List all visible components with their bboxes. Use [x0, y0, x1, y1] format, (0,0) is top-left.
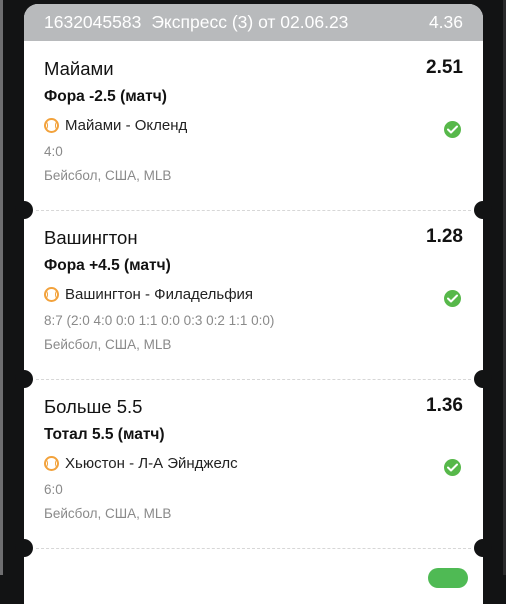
ticket-total-coef: 4.36 [428, 12, 463, 32]
bet-separator [36, 548, 471, 549]
match-name: Майами - Окленд [65, 117, 188, 134]
bet-coef: 1.28 [426, 226, 463, 247]
check-circle-icon [444, 290, 461, 307]
ticket-notch [474, 539, 492, 557]
match-score: 8:7 (2:0 4:0 0:0 1:1 0:0 0:3 0:2 1:1 0:0… [44, 313, 275, 328]
bet-item[interactable]: Майами 2.51 Фора -2.5 (матч) Майами - Ок… [24, 41, 483, 210]
match-name: Вашингтон - Филадельфия [65, 286, 254, 303]
bet-pick: Майами [44, 58, 114, 79]
bet-ticket-card: 1632045583 Экспресс (3) от 02.06.23 4.36… [24, 4, 483, 604]
match-row: Хьюстон - Л-А Эйнджелс [44, 455, 238, 472]
check-circle-icon [444, 459, 461, 476]
match-row: Майами - Окленд [44, 117, 187, 134]
league-name: Бейсбол, США, MLB [44, 506, 172, 521]
ticket-header[interactable]: 1632045583 Экспресс (3) от 02.06.23 4.36 [24, 4, 483, 41]
bet-market: Фора +4.5 (матч) [44, 257, 171, 274]
ticket-id: 1632045583 [44, 12, 142, 32]
window-edge-left [0, 0, 3, 575]
bet-item[interactable]: Вашингтон 1.28 Фора +4.5 (матч) Вашингто… [24, 210, 483, 379]
bet-pick: Больше 5.5 [44, 396, 143, 417]
match-name: Хьюстон - Л-А Эйнджелс [65, 455, 238, 472]
baseball-icon [44, 287, 59, 302]
ticket-notch [474, 370, 492, 388]
ticket-notch [474, 201, 492, 219]
baseball-icon [44, 456, 59, 471]
bottom-action-button[interactable] [428, 568, 468, 588]
ticket-type: Экспресс (3) от 02.06.23 [151, 12, 349, 32]
bet-market: Тотал 5.5 (матч) [44, 426, 165, 443]
bet-coef: 2.51 [426, 57, 463, 78]
ticket-notch [15, 201, 33, 219]
match-score: 4:0 [44, 144, 63, 159]
league-name: Бейсбол, США, MLB [44, 168, 172, 183]
match-score: 6:0 [44, 482, 63, 497]
match-row: Вашингтон - Филадельфия [44, 286, 253, 303]
ticket-notch [15, 539, 33, 557]
bet-coef: 1.36 [426, 395, 463, 416]
baseball-icon [44, 118, 59, 133]
league-name: Бейсбол, США, MLB [44, 337, 172, 352]
bet-pick: Вашингтон [44, 227, 138, 248]
bet-market: Фора -2.5 (матч) [44, 88, 167, 105]
ticket-notch [15, 370, 33, 388]
bet-item[interactable]: Больше 5.5 1.36 Тотал 5.5 (матч) Хьюстон… [24, 379, 483, 548]
check-circle-icon [444, 121, 461, 138]
